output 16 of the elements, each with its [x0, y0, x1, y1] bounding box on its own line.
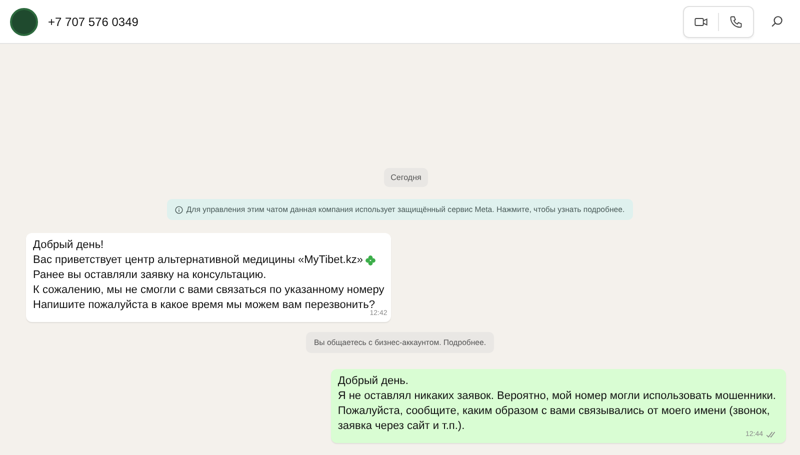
phone-icon	[729, 14, 743, 28]
clover-icon	[364, 255, 376, 266]
avatar[interactable]	[10, 8, 38, 36]
message-text: Добрый день.	[338, 374, 408, 389]
message-text: Добрый день!	[33, 238, 104, 253]
message-text: К сожалению, мы не смогли с вами связаться по указанному номеру	[33, 283, 384, 298]
contact-name: +7 707 576 0349	[48, 14, 140, 28]
message-text: Ранее вы оставляли заявку на консультацию.	[33, 268, 266, 283]
message-text: Вас приветствует центр альтернативной медицины «MyTibet.kz»	[33, 253, 363, 268]
message-text: Пожалуйста, сообщите, каким образом с вами связывались от моего имени (звонок,	[338, 404, 770, 419]
message-text: Я не оставлял никаких заявок. Вероятно, мой номер могли использовать мошенники.	[338, 389, 776, 404]
search-icon	[770, 15, 784, 28]
message-text: заявка через сайт и т.п.).	[338, 419, 465, 434]
double-check-icon	[766, 431, 776, 438]
info-icon	[175, 206, 184, 214]
date-chip: Сегодня	[384, 168, 428, 187]
